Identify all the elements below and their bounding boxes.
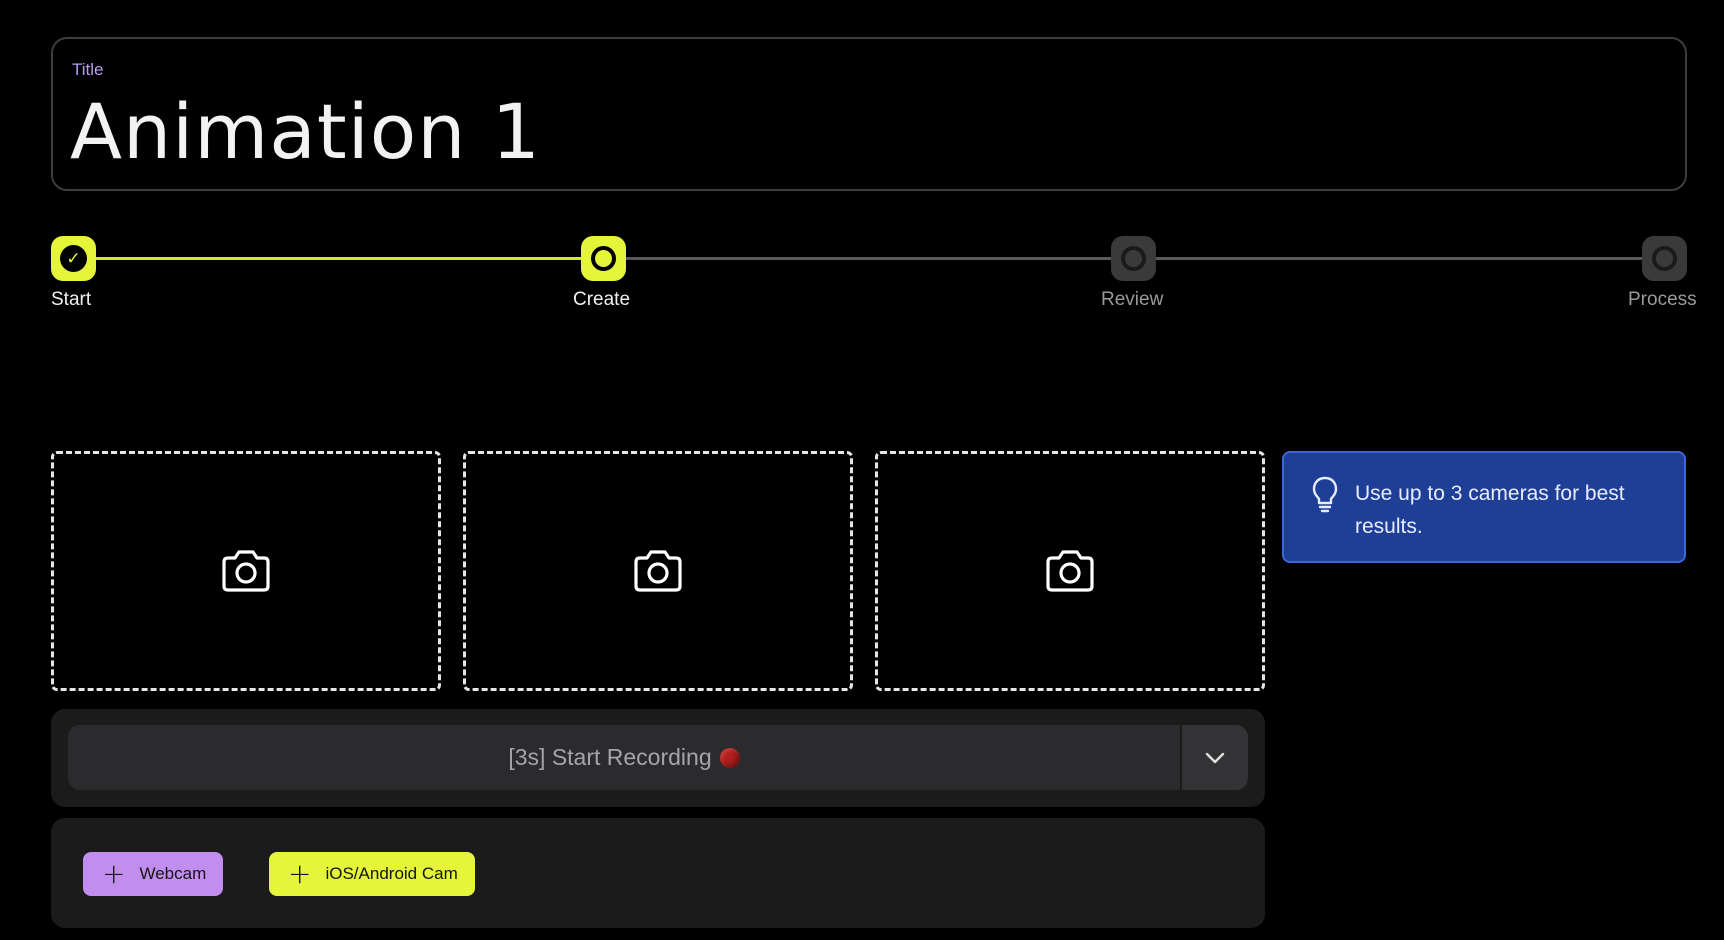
plus-icon: +: [288, 857, 312, 890]
step-start-indicator: ✓: [51, 236, 96, 281]
step-create-indicator: [581, 236, 626, 281]
camera-slot-1[interactable]: [51, 451, 441, 691]
camera-icon: [634, 550, 682, 592]
title-label: Title: [72, 60, 104, 79]
start-recording-button[interactable]: [3s] Start Recording: [68, 725, 1180, 790]
tip-callout: Use up to 3 cameras for best results.: [1282, 451, 1686, 563]
camera-icon: [1046, 550, 1094, 592]
step-process-label: Process: [1628, 289, 1697, 310]
step-start-label: Start: [51, 289, 92, 310]
add-mobile-cam-label: iOS/Android Cam: [325, 864, 458, 883]
record-dot-icon: [719, 747, 740, 768]
checkmark-icon: ✓: [66, 248, 81, 269]
record-options-dropdown[interactable]: [1182, 725, 1248, 790]
camera-icon: [222, 550, 270, 592]
plus-icon: +: [102, 857, 126, 890]
title-field[interactable]: Title: [51, 37, 1687, 191]
add-webcam-button[interactable]: + Webcam: [83, 852, 223, 896]
start-recording-label: [3s] Start Recording: [508, 744, 712, 770]
step-create-label: Create: [573, 289, 631, 310]
step-process-indicator: [1642, 236, 1687, 281]
camera-slot-3[interactable]: [875, 451, 1265, 691]
lightbulb-icon: [1312, 476, 1338, 513]
record-panel: [3s] Start Recording: [51, 709, 1265, 807]
stepper-track-completed: [94, 257, 604, 260]
step-review-label: Review: [1101, 289, 1164, 310]
chevron-down-icon: [1205, 752, 1225, 763]
camera-slot-2[interactable]: [463, 451, 853, 691]
add-sources-panel: + Webcam + iOS/Android Cam: [51, 818, 1265, 928]
add-webcam-label: Webcam: [139, 864, 207, 883]
title-input[interactable]: [70, 87, 1650, 176]
tip-text: Use up to 3 cameras for best results.: [1355, 482, 1625, 538]
add-mobile-cam-button[interactable]: + iOS/Android Cam: [269, 852, 475, 896]
step-review-indicator: [1111, 236, 1156, 281]
